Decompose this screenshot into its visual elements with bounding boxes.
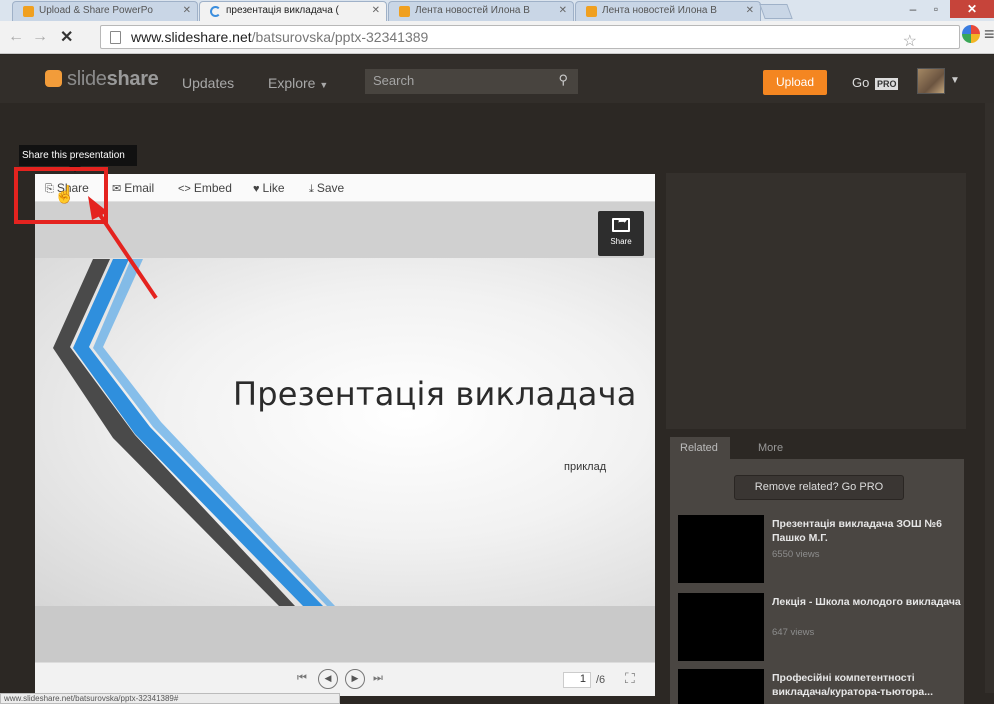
search-placeholder: Search (373, 73, 415, 88)
nav-updates-link[interactable]: Updates (182, 75, 234, 91)
new-tab-button[interactable] (759, 4, 793, 19)
tab-related[interactable]: Related (670, 437, 730, 459)
related-views: 6550 views (772, 549, 820, 560)
address-bar[interactable]: www.slideshare.net/batsurovska/pptx-3234… (100, 25, 960, 51)
previous-slide-icon[interactable]: ◀ (318, 669, 338, 689)
slide-title: Презентація викладача (233, 375, 637, 413)
chevron-down-icon: ▼ (319, 80, 329, 90)
like-action[interactable]: ♥ Like (253, 181, 285, 195)
window-close-icon[interactable]: ✕ (950, 0, 994, 18)
embed-action[interactable]: <> Embed (178, 181, 232, 195)
logo-text-light: slide (67, 68, 107, 90)
embed-label: Embed (193, 181, 232, 195)
page-scrollbar[interactable] (985, 103, 994, 693)
close-tab-icon[interactable]: ✕ (183, 5, 191, 16)
save-action[interactable]: ⤓ Save (309, 181, 344, 196)
browser-tab[interactable]: Лента новостей Илона В ✕ (575, 1, 761, 21)
code-icon: <> (178, 183, 191, 195)
player-action-bar: ⎘ Share ✉ Email <> Embed ♥ Like ⤓ Save (35, 174, 655, 202)
extension-icon[interactable] (962, 25, 980, 43)
next-slide-icon[interactable]: ▶ (345, 669, 365, 689)
pro-badge: PRO (874, 78, 899, 90)
back-arrow-icon[interactable]: ← (8, 28, 24, 46)
hand-cursor-icon: ☝ (54, 185, 76, 204)
ad-placeholder (666, 173, 966, 429)
chevron-down-icon[interactable]: ▼ (950, 75, 960, 86)
forward-arrow-icon[interactable]: → (32, 28, 48, 46)
envelope-icon: ✉ (112, 183, 122, 195)
slideshare-favicon-icon (23, 6, 34, 17)
minimize-icon[interactable]: – (903, 0, 923, 18)
maximize-icon[interactable]: ▫ (925, 0, 947, 18)
email-label: Email (124, 181, 155, 195)
fullscreen-icon[interactable]: ⛶ (625, 670, 635, 687)
related-item[interactable]: Професійні компетентності викладача/кура… (678, 669, 962, 704)
search-input[interactable]: Search ⚲ (365, 69, 578, 94)
close-tab-icon[interactable]: ✕ (559, 5, 567, 16)
browser-tab[interactable]: Лента новостей Илона В ✕ (388, 1, 574, 21)
related-title[interactable]: Професійні компетентності викладача/кура… (772, 671, 962, 699)
go-pro-link[interactable]: Go PRO (852, 75, 899, 90)
related-panel: Remove related? Go PRO Презентація викла… (670, 459, 964, 704)
loading-spinner-icon (210, 6, 221, 17)
tab-title: Лента новостей Илона В (415, 5, 530, 16)
related-item[interactable]: Презентація викладача ЗОШ №6 Пашко М.Г. … (678, 515, 962, 585)
related-views: 647 views (772, 627, 815, 638)
browser-tab-strip: Upload & Share PowerPo ✕ презентація вик… (0, 0, 994, 22)
heart-icon: ♥ (253, 183, 260, 195)
related-title[interactable]: Презентація викладача ЗОШ №6 Пашко М.Г. (772, 517, 962, 545)
slide-subtitle: приклад (564, 461, 607, 473)
related-thumbnail[interactable] (678, 669, 764, 704)
slideshare-logo[interactable]: slideshare (45, 68, 159, 91)
slideshare-favicon-icon (586, 6, 597, 17)
remove-related-button[interactable]: Remove related? Go PRO (734, 475, 904, 500)
url-path: /batsurovska/pptx-32341389 (251, 29, 429, 45)
slide-share-label: Share (610, 237, 632, 246)
slide-viewer[interactable]: Презентація викладача приклад Share (35, 202, 655, 662)
tab-title: Лента новостей Илона В (602, 5, 717, 16)
bookmark-star-icon[interactable]: ☆ (903, 31, 917, 51)
browser-tab-active[interactable]: презентація викладача ( ✕ (199, 1, 387, 22)
save-label: Save (316, 181, 345, 195)
close-tab-icon[interactable]: ✕ (746, 5, 754, 16)
share-icon (612, 214, 630, 232)
tab-title: Upload & Share PowerPo (39, 5, 153, 16)
stop-loading-icon[interactable]: ✕ (60, 27, 73, 47)
related-item[interactable]: Лекція - Школа молодого викладача 647 vi… (678, 593, 962, 663)
related-title[interactable]: Лекція - Школа молодого викладача (772, 595, 962, 609)
browser-status-bar: www.slideshare.net/batsurovska/pptx-3234… (0, 693, 340, 704)
tab-more[interactable]: More (748, 437, 793, 459)
upload-button[interactable]: Upload (763, 70, 827, 95)
page-total: /6 (596, 674, 606, 686)
slide-share-button[interactable]: Share (598, 211, 644, 256)
browser-toolbar: ← → ✕ www.slideshare.net/batsurovska/ppt… (0, 21, 994, 54)
player-controls: ⏮ ◀ ▶ ⏭ 1 /6 ⛶ (35, 662, 655, 696)
site-navbar: slideshare Updates Explore ▼ Search ⚲ Up… (0, 55, 994, 103)
email-action[interactable]: ✉ Email (112, 181, 154, 195)
slideshare-favicon-icon (399, 6, 410, 17)
go-pro-label: Go (852, 75, 870, 90)
nav-explore-link[interactable]: Explore ▼ (268, 75, 328, 91)
close-tab-icon[interactable]: ✕ (372, 5, 380, 16)
related-thumbnail[interactable] (678, 515, 764, 583)
like-label: Like (262, 181, 285, 195)
url-host: www.slideshare.net (131, 29, 252, 45)
first-slide-icon[interactable]: ⏮ (297, 672, 307, 685)
browser-menu-icon[interactable]: ≡ (984, 24, 994, 45)
browser-tab[interactable]: Upload & Share PowerPo ✕ (12, 1, 198, 21)
page-number-input[interactable]: 1 (563, 672, 591, 688)
avatar[interactable] (917, 68, 945, 94)
tab-title: презентація викладача ( (226, 5, 339, 16)
download-icon: ⤓ (309, 183, 314, 195)
last-slide-icon[interactable]: ⏭ (373, 672, 383, 685)
related-thumbnail[interactable] (678, 593, 764, 661)
slide-decoration (53, 259, 335, 606)
nav-explore-label: Explore (268, 75, 316, 91)
slideshare-logo-icon (45, 70, 62, 87)
logo-text-bold: share (106, 68, 159, 90)
page-icon (110, 31, 121, 44)
search-icon[interactable]: ⚲ (558, 72, 568, 88)
share-tooltip: Share this presentation (19, 145, 137, 172)
